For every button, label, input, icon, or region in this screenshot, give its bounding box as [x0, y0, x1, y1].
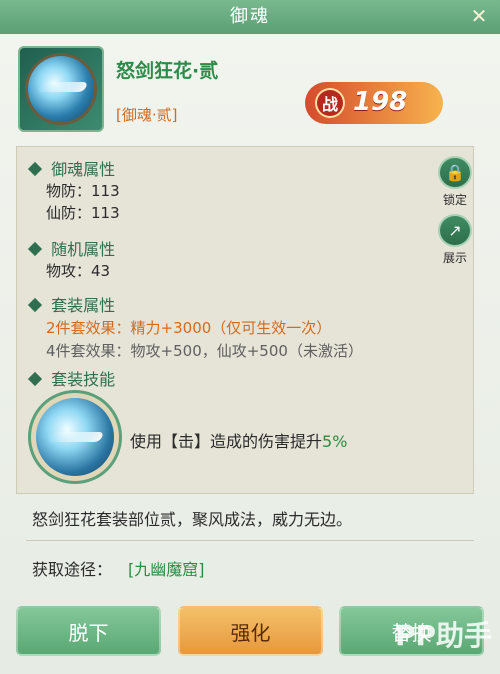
- item-icon-box: [18, 46, 104, 132]
- diamond-icon: [27, 241, 43, 257]
- section-title-skill: 套装技能: [27, 366, 115, 390]
- enhance-button[interactable]: 强化: [178, 606, 323, 656]
- lock-icon: 🔒: [438, 156, 472, 189]
- share-icon: ↗: [438, 214, 472, 247]
- base-attr-line: 仙防：113: [46, 204, 120, 222]
- section-title-random: 随机属性: [27, 236, 115, 260]
- window-title: 御魂: [230, 6, 270, 27]
- diamond-icon: [27, 161, 43, 177]
- power-badge: 战 198: [305, 82, 443, 124]
- random-attr-line: 物攻：43: [46, 262, 111, 280]
- source-label: 获取途径：: [32, 560, 113, 579]
- section-title-set: 套装属性: [27, 292, 115, 316]
- diamond-icon: [27, 297, 43, 313]
- lock-label: 锁定: [442, 193, 467, 207]
- item-name: 怒剑狂花·贰: [116, 60, 219, 82]
- power-icon: 战: [315, 88, 345, 118]
- item-tag: [御魂·贰]: [116, 106, 178, 124]
- diamond-icon: [27, 371, 43, 387]
- wind-sword-icon: [28, 56, 94, 122]
- set-effect-4pc: 4件套效果：物攻+500，仙攻+500（未激活）: [46, 342, 363, 360]
- lock-button[interactable]: 🔒 锁定: [438, 156, 472, 208]
- share-button[interactable]: ↗ 展示: [438, 214, 472, 266]
- watermark: PP助手: [394, 619, 492, 652]
- set-skill-text: 使用【击】造成的伤害提升5%: [130, 432, 348, 451]
- base-attr-line: 物防：113: [46, 182, 120, 200]
- divider: [26, 540, 474, 541]
- window-titlebar: 御魂 ✕: [0, 0, 500, 34]
- close-button[interactable]: ✕: [468, 4, 492, 28]
- close-icon: ✕: [470, 4, 490, 28]
- source-link[interactable]: [九幽魔窟]: [128, 556, 205, 580]
- item-description: 怒剑狂花套装部位贰，聚风成法，威力无边。: [32, 510, 353, 529]
- unequip-button[interactable]: 脱下: [16, 606, 161, 656]
- set-effect-2pc: 2件套效果：精力+3000（仅可生效一次）: [46, 319, 332, 337]
- section-title-base: 御魂属性: [27, 156, 115, 180]
- share-label: 展示: [442, 251, 467, 265]
- power-value: 198: [353, 87, 408, 117]
- item-header: 怒剑狂花·贰 [御魂·贰] 战 198: [0, 34, 500, 146]
- set-skill-icon: [36, 398, 114, 476]
